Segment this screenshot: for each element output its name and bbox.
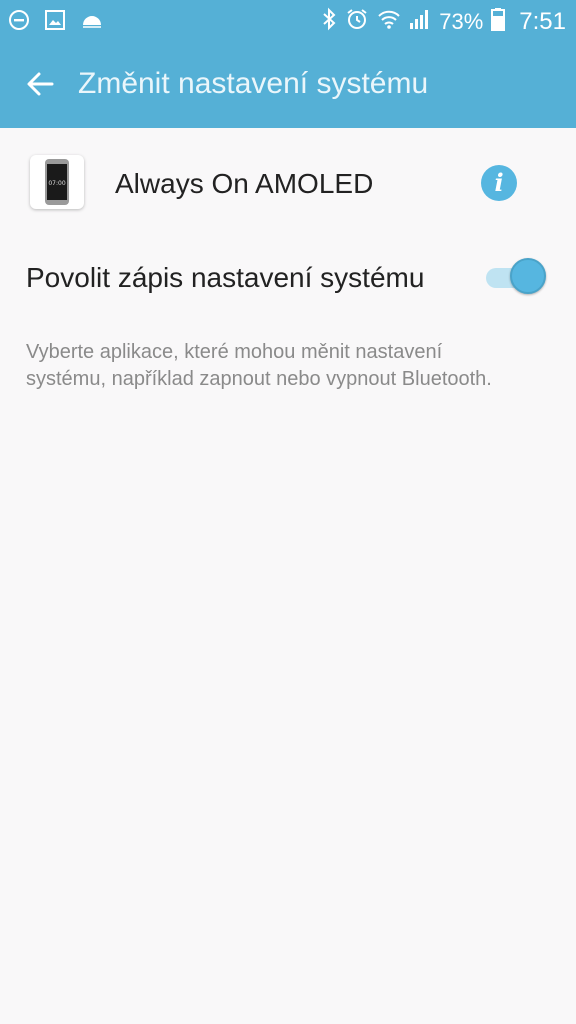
do-not-disturb-icon <box>8 9 30 36</box>
write-settings-label: Povolit zápis nastavení systému <box>26 262 425 293</box>
toggle-knob <box>510 258 546 294</box>
weather-icon <box>80 9 104 36</box>
gallery-icon <box>44 9 66 36</box>
back-button[interactable] <box>20 64 60 104</box>
bluetooth-icon <box>321 7 337 36</box>
status-left-icons <box>8 9 104 36</box>
app-name: Always On AMOLED <box>115 168 374 199</box>
app-icon: 07:00 <box>30 155 84 209</box>
info-button[interactable]: i <box>481 165 517 201</box>
description-text: Vyberte aplikace, které mohou měnit nast… <box>26 341 492 390</box>
status-right-icons: 73% 7:51 <box>321 7 566 36</box>
info-icon: i <box>494 168 504 197</box>
status-time: 7:51 <box>519 7 566 35</box>
battery-percent: 73% <box>439 8 484 34</box>
battery-icon <box>491 7 506 36</box>
back-arrow-icon <box>27 72 54 96</box>
status-bar: 73% 7:51 <box>0 0 576 40</box>
write-settings-toggle[interactable] <box>486 258 548 298</box>
signal-icon <box>409 7 431 36</box>
app-bar: Změnit nastavení systému <box>0 40 576 128</box>
app-icon-clock-text: 07:00 <box>48 180 65 187</box>
page-title: Změnit nastavení systému <box>78 67 429 100</box>
app-info-row: 07:00 Always On AMOLED i <box>0 128 576 240</box>
write-settings-row[interactable]: Povolit zápis nastavení systému <box>0 240 576 316</box>
alarm-icon <box>345 7 369 36</box>
wifi-icon <box>377 7 401 36</box>
